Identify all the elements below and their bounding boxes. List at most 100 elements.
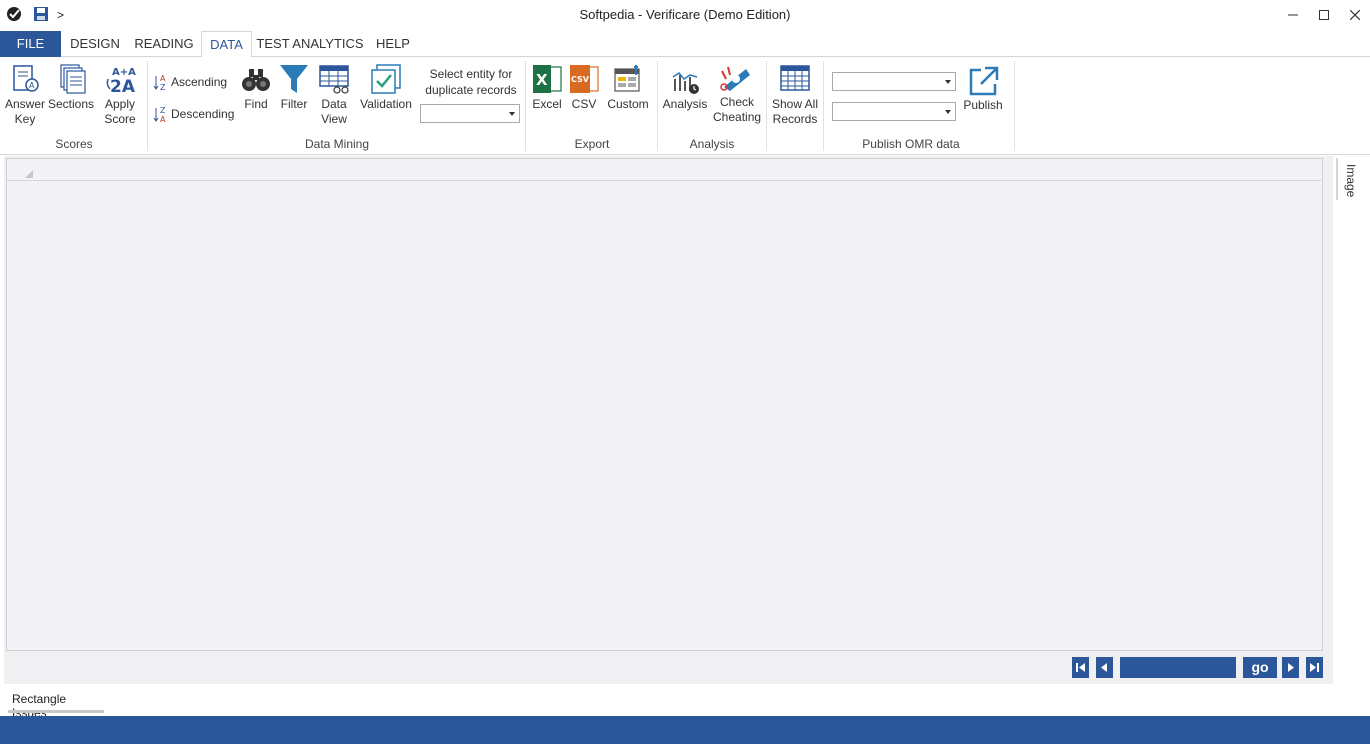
- analysis-label: Analysis: [662, 97, 708, 111]
- svg-text:CSV: CSV: [571, 75, 590, 84]
- svg-text:A: A: [160, 115, 166, 123]
- minimize-icon: [1288, 14, 1298, 16]
- validation-icon: [371, 64, 401, 94]
- scores-group-label: Scores: [55, 137, 93, 151]
- check-cheating-label: Check Cheating: [713, 95, 762, 124]
- apply-score-icon: A+A 2A: [106, 67, 136, 95]
- svg-text:2A: 2A: [110, 77, 136, 95]
- status-bar: [0, 716, 1370, 744]
- image-tab-label: Image: [1344, 164, 1358, 198]
- export-csv-button[interactable]: CSV CSV: [567, 63, 601, 112]
- chevron-down-icon: [945, 80, 951, 84]
- data-mining-group-label: Data Mining: [304, 137, 370, 151]
- custom-export-icon: [614, 65, 640, 92]
- binoculars-icon: [242, 69, 270, 91]
- apply-score-button[interactable]: A+A 2A Apply Score: [98, 63, 142, 127]
- sections-icon: [60, 64, 86, 94]
- go-button[interactable]: go: [1243, 657, 1277, 678]
- ribbon: A Answer Key Sections A+A 2A Apply Score…: [0, 57, 1370, 155]
- group-separator: [525, 61, 526, 151]
- tab-reading[interactable]: READING: [130, 31, 198, 57]
- grid-header: [7, 159, 1322, 181]
- first-page-icon: [1076, 663, 1085, 672]
- show-all-records-label: Show All Records: [771, 97, 819, 126]
- export-group-label: Export: [574, 137, 610, 151]
- filter-button[interactable]: Filter: [277, 63, 311, 112]
- group-separator: [147, 61, 148, 151]
- next-page-icon: [1288, 663, 1294, 672]
- sort-descending-label: Descending: [171, 107, 235, 121]
- minimize-button[interactable]: [1278, 4, 1308, 26]
- sections-label: Sections: [48, 97, 95, 111]
- custom-label: Custom: [607, 97, 649, 111]
- sort-ascending-label: Ascending: [171, 75, 228, 89]
- select-entity-label: Select entity for duplicate records: [425, 67, 517, 97]
- chevron-down-icon: [945, 110, 951, 114]
- sort-descending-button[interactable]: Z A Descending: [153, 105, 234, 123]
- main-area: go: [4, 156, 1333, 684]
- validation-button[interactable]: Validation: [358, 63, 414, 112]
- check-cheating-icon: [720, 66, 750, 91]
- excel-label: Excel: [532, 97, 562, 111]
- next-page-button[interactable]: [1282, 657, 1299, 678]
- sort-ascending-button[interactable]: A Z Ascending: [153, 73, 227, 91]
- rectangle-issues-tab[interactable]: Rectangle Issues: [8, 690, 104, 720]
- image-panel-tab[interactable]: Image: [1336, 158, 1360, 200]
- tab-test-analytics[interactable]: TEST ANALYTICS: [256, 31, 364, 57]
- analysis-button[interactable]: Analysis: [661, 67, 709, 112]
- first-page-button[interactable]: [1072, 657, 1089, 678]
- ribbon-tabs: FILE DESIGN READING DATA TEST ANALYTICS …: [0, 31, 1370, 58]
- publish-button[interactable]: Publish: [960, 66, 1006, 113]
- previous-page-button[interactable]: [1096, 657, 1113, 678]
- pager: go: [4, 657, 1333, 679]
- records-table-icon: [780, 65, 810, 91]
- select-all-corner-icon[interactable]: [25, 170, 33, 178]
- select-entity-dropdown[interactable]: [420, 104, 520, 123]
- export-excel-button[interactable]: X Excel: [530, 63, 564, 112]
- svg-text:A: A: [160, 74, 166, 83]
- validation-label: Validation: [360, 97, 412, 111]
- export-custom-button[interactable]: Custom: [605, 63, 651, 112]
- filter-icon: [280, 65, 308, 93]
- analysis-chart-icon: [672, 72, 699, 94]
- tab-data[interactable]: DATA: [201, 31, 252, 58]
- group-separator: [1014, 61, 1015, 151]
- last-page-button[interactable]: [1306, 657, 1323, 678]
- tab-file[interactable]: FILE: [0, 31, 61, 57]
- group-separator: [766, 61, 767, 151]
- find-label: Find: [244, 97, 268, 111]
- maximize-icon: [1319, 10, 1329, 20]
- check-cheating-button[interactable]: Check Cheating: [711, 65, 763, 125]
- excel-icon: X: [533, 65, 562, 93]
- svg-text:X: X: [536, 71, 548, 89]
- publish-external-icon: [969, 66, 999, 96]
- answer-key-icon: A: [13, 65, 39, 92]
- data-grid[interactable]: [6, 158, 1323, 651]
- tab-help[interactable]: HELP: [370, 31, 416, 57]
- svg-text:A: A: [29, 81, 35, 90]
- data-view-button[interactable]: Data View: [316, 63, 352, 127]
- publish-combo-1[interactable]: [832, 72, 956, 91]
- show-all-records-button[interactable]: Show All Records: [769, 63, 821, 127]
- side-panel: Image: [1334, 156, 1370, 684]
- publish-combo-2[interactable]: [832, 102, 956, 121]
- svg-text:Z: Z: [160, 106, 166, 115]
- page-number-input[interactable]: [1120, 657, 1236, 678]
- data-view-label: Data View: [321, 97, 347, 126]
- chevron-down-icon: [509, 112, 515, 116]
- find-button[interactable]: Find: [238, 63, 274, 112]
- sections-button[interactable]: Sections: [48, 63, 94, 112]
- publish-label: Publish: [963, 98, 1003, 112]
- close-button[interactable]: [1340, 4, 1370, 26]
- tab-design[interactable]: DESIGN: [64, 31, 126, 57]
- window-title: Softpedia - Verificare (Demo Edition): [579, 7, 791, 22]
- answer-key-button[interactable]: A Answer Key: [4, 63, 46, 127]
- tab-underline: [8, 710, 104, 713]
- sort-descending-icon: Z A: [153, 106, 166, 123]
- group-separator: [823, 61, 824, 151]
- title-bar: > Softpedia - Verificare (Demo Edition): [0, 0, 1370, 31]
- last-page-icon: [1310, 663, 1319, 672]
- maximize-button[interactable]: [1309, 4, 1339, 26]
- filter-label: Filter: [280, 97, 308, 111]
- previous-page-icon: [1101, 663, 1107, 672]
